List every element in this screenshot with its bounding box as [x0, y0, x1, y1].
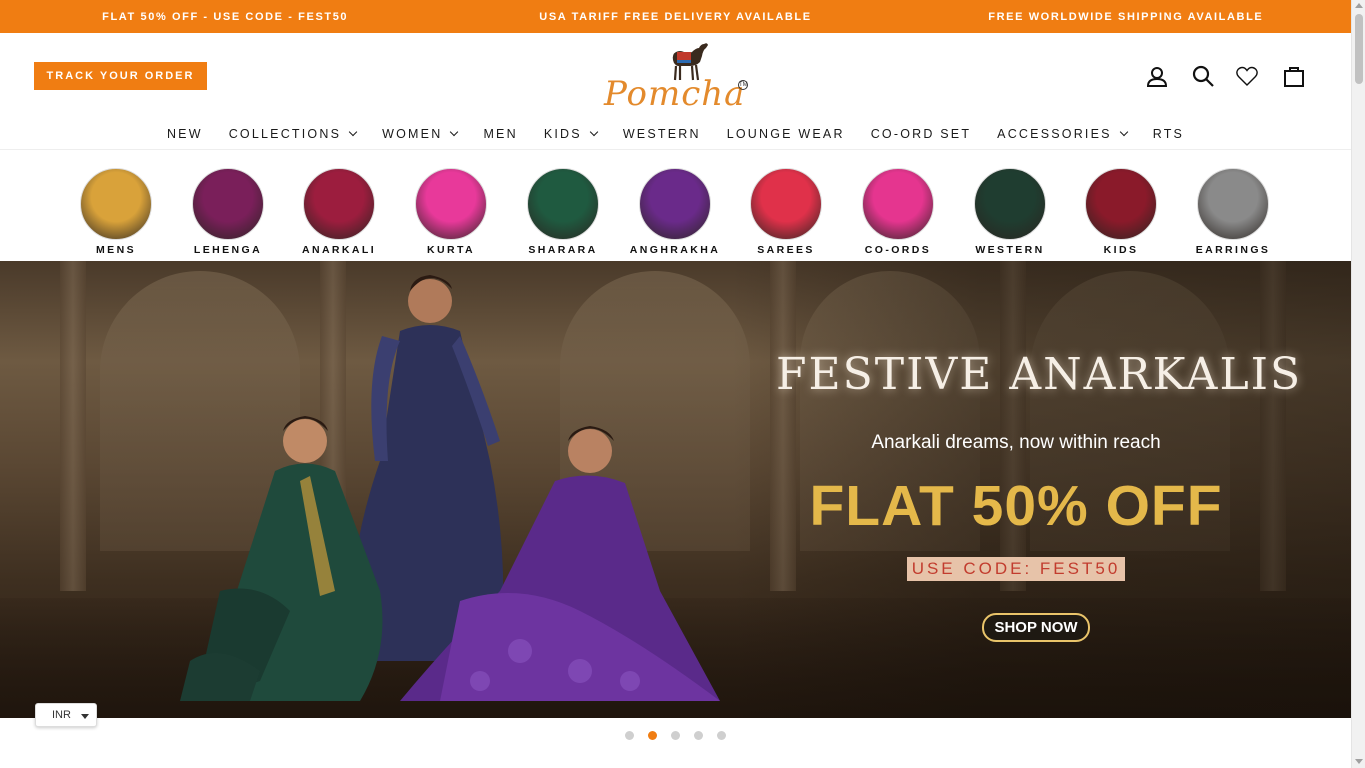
chevron-down-icon — [589, 127, 599, 137]
nav-label: RTS — [1152, 127, 1185, 141]
nav-divider — [0, 149, 1351, 150]
category-image[interactable] — [303, 168, 375, 240]
cart-bag-icon[interactable] — [1282, 64, 1306, 88]
category-item-anghrakha[interactable]: ANGHRAKHA — [619, 168, 731, 256]
category-image[interactable] — [1197, 168, 1269, 240]
category-item-kurta[interactable]: KURTA — [395, 168, 507, 256]
nav-item-new[interactable]: NEW — [154, 127, 216, 141]
category-label: SHARARA — [528, 244, 598, 256]
search-icon[interactable] — [1191, 64, 1215, 88]
category-image[interactable] — [862, 168, 934, 240]
nav-item-collections[interactable]: COLLECTIONS — [216, 127, 369, 141]
hero-cta-wrap: SHOP NOW — [776, 613, 1296, 642]
category-label: EARRINGS — [1195, 244, 1271, 256]
category-label: LEHENGA — [193, 244, 263, 256]
category-label: SAREES — [757, 244, 815, 256]
wishlist-heart-icon[interactable] — [1235, 64, 1259, 88]
nav-label: MEN — [483, 127, 518, 141]
hero-banner[interactable]: FESTIVE ANARKALIS Anarkali dreams, now w… — [0, 261, 1351, 718]
category-image[interactable] — [1085, 168, 1157, 240]
nav-item-lounge-wear[interactable]: LOUNGE WEAR — [714, 127, 858, 141]
page: FLAT 50% OFF - USE CODE - FEST50 USA TAR… — [0, 0, 1351, 768]
category-item-mens[interactable]: MENS — [60, 168, 172, 256]
category-item-western[interactable]: WESTERN — [954, 168, 1066, 256]
hero-subtitle: Anarkali dreams, now within reach — [871, 432, 1161, 453]
scroll-down-arrow-icon[interactable] — [1355, 759, 1363, 764]
nav-label: NEW — [166, 127, 203, 141]
announcement-item[interactable]: FREE WORLDWIDE SHIPPING AVAILABLE — [901, 11, 1351, 23]
pillar-decor — [60, 261, 86, 591]
models-illustration — [180, 275, 720, 701]
slider-dots — [625, 731, 726, 740]
chevron-down-icon — [1119, 127, 1128, 137]
slider-dot[interactable] — [694, 731, 703, 740]
category-item-sharara[interactable]: SHARARA — [507, 168, 619, 256]
category-image[interactable] — [192, 168, 264, 240]
category-image[interactable] — [415, 168, 487, 240]
announcement-item[interactable]: USA TARIFF FREE DELIVERY AVAILABLE — [450, 11, 900, 23]
category-image[interactable] — [527, 168, 599, 240]
slider-dot[interactable] — [671, 731, 680, 740]
nav-item-women[interactable]: WOMEN — [369, 127, 470, 141]
nav-item-western[interactable]: WESTERN — [610, 127, 714, 141]
logo-text: Pomcha — [604, 74, 746, 114]
main-nav: NEW COLLECTIONS WOMEN MEN KIDS WESTERN L… — [0, 120, 1351, 148]
category-item-anarkali[interactable]: ANARKALI — [283, 168, 395, 256]
logo[interactable]: Pomcha TM — [598, 40, 758, 115]
nav-item-accessories[interactable]: ACCESSORIES — [984, 127, 1140, 141]
nav-item-rts[interactable]: RTS — [1140, 127, 1197, 141]
caret-down-icon — [81, 714, 89, 719]
category-image[interactable] — [750, 168, 822, 240]
category-strip: MENS LEHENGA ANARKALI KURTA SHARARA ANGHRAKHA… — [60, 168, 1290, 258]
slider-dot[interactable] — [625, 731, 634, 740]
nav-item-kids[interactable]: KIDS — [531, 127, 610, 141]
hero-title: FESTIVE ANARKALIS — [776, 349, 1303, 400]
nav-label: WESTERN — [622, 127, 701, 141]
category-item-kids[interactable]: KIDS — [1065, 168, 1177, 256]
scrollbar-thumb[interactable] — [1355, 14, 1363, 84]
category-label: ANGHRAKHA — [629, 244, 721, 256]
category-label: WESTERN — [975, 244, 1045, 256]
track-order-button[interactable]: TRACK YOUR ORDER — [34, 62, 207, 90]
category-item-lehenga[interactable]: LEHENGA — [172, 168, 284, 256]
category-image[interactable] — [974, 168, 1046, 240]
category-image[interactable] — [639, 168, 711, 240]
category-item-co-ords[interactable]: CO-ORDS — [842, 168, 954, 256]
category-image[interactable] — [80, 168, 152, 240]
nav-item-co-ord-set[interactable]: CO-ORD SET — [858, 127, 984, 141]
hero-code-wrap: USE CODE: FEST50 — [776, 557, 1256, 581]
nav-label: WOMEN — [382, 127, 443, 141]
currency-value: INR — [52, 709, 71, 721]
category-label: KURTA — [427, 244, 475, 256]
slider-dot[interactable] — [717, 731, 726, 740]
category-label: CO-ORDS — [864, 244, 932, 256]
currency-selector[interactable]: INR — [35, 703, 97, 727]
scroll-up-arrow-icon[interactable] — [1355, 3, 1363, 8]
category-label: KIDS — [1103, 244, 1139, 256]
shop-now-button[interactable]: SHOP NOW — [982, 613, 1090, 642]
category-item-earrings[interactable]: EARRINGS — [1177, 168, 1289, 256]
chevron-down-icon — [450, 127, 459, 137]
nav-label: LOUNGE WEAR — [726, 127, 845, 141]
nav-label: ACCESSORIES — [997, 127, 1112, 141]
announcement-item[interactable]: FLAT 50% OFF - USE CODE - FEST50 — [0, 11, 450, 23]
category-label: MENS — [96, 244, 136, 256]
account-icon[interactable] — [1145, 64, 1169, 88]
category-label: ANARKALI — [301, 244, 377, 256]
nav-item-men[interactable]: MEN — [470, 127, 530, 141]
announcement-bar: FLAT 50% OFF - USE CODE - FEST50 USA TAR… — [0, 0, 1351, 33]
chevron-down-icon — [348, 127, 358, 137]
hero-promo-code: USE CODE: FEST50 — [906, 557, 1126, 581]
trademark-mark: TM — [738, 80, 748, 90]
category-item-sarees[interactable]: SAREES — [730, 168, 842, 256]
nav-label: KIDS — [543, 127, 582, 141]
slider-dot[interactable] — [648, 731, 657, 740]
hero-offer: FLAT 50% OFF — [809, 474, 1223, 538]
page-scrollbar[interactable] — [1351, 0, 1365, 768]
nav-label: COLLECTIONS — [228, 127, 342, 141]
nav-label: CO-ORD SET — [870, 127, 972, 141]
